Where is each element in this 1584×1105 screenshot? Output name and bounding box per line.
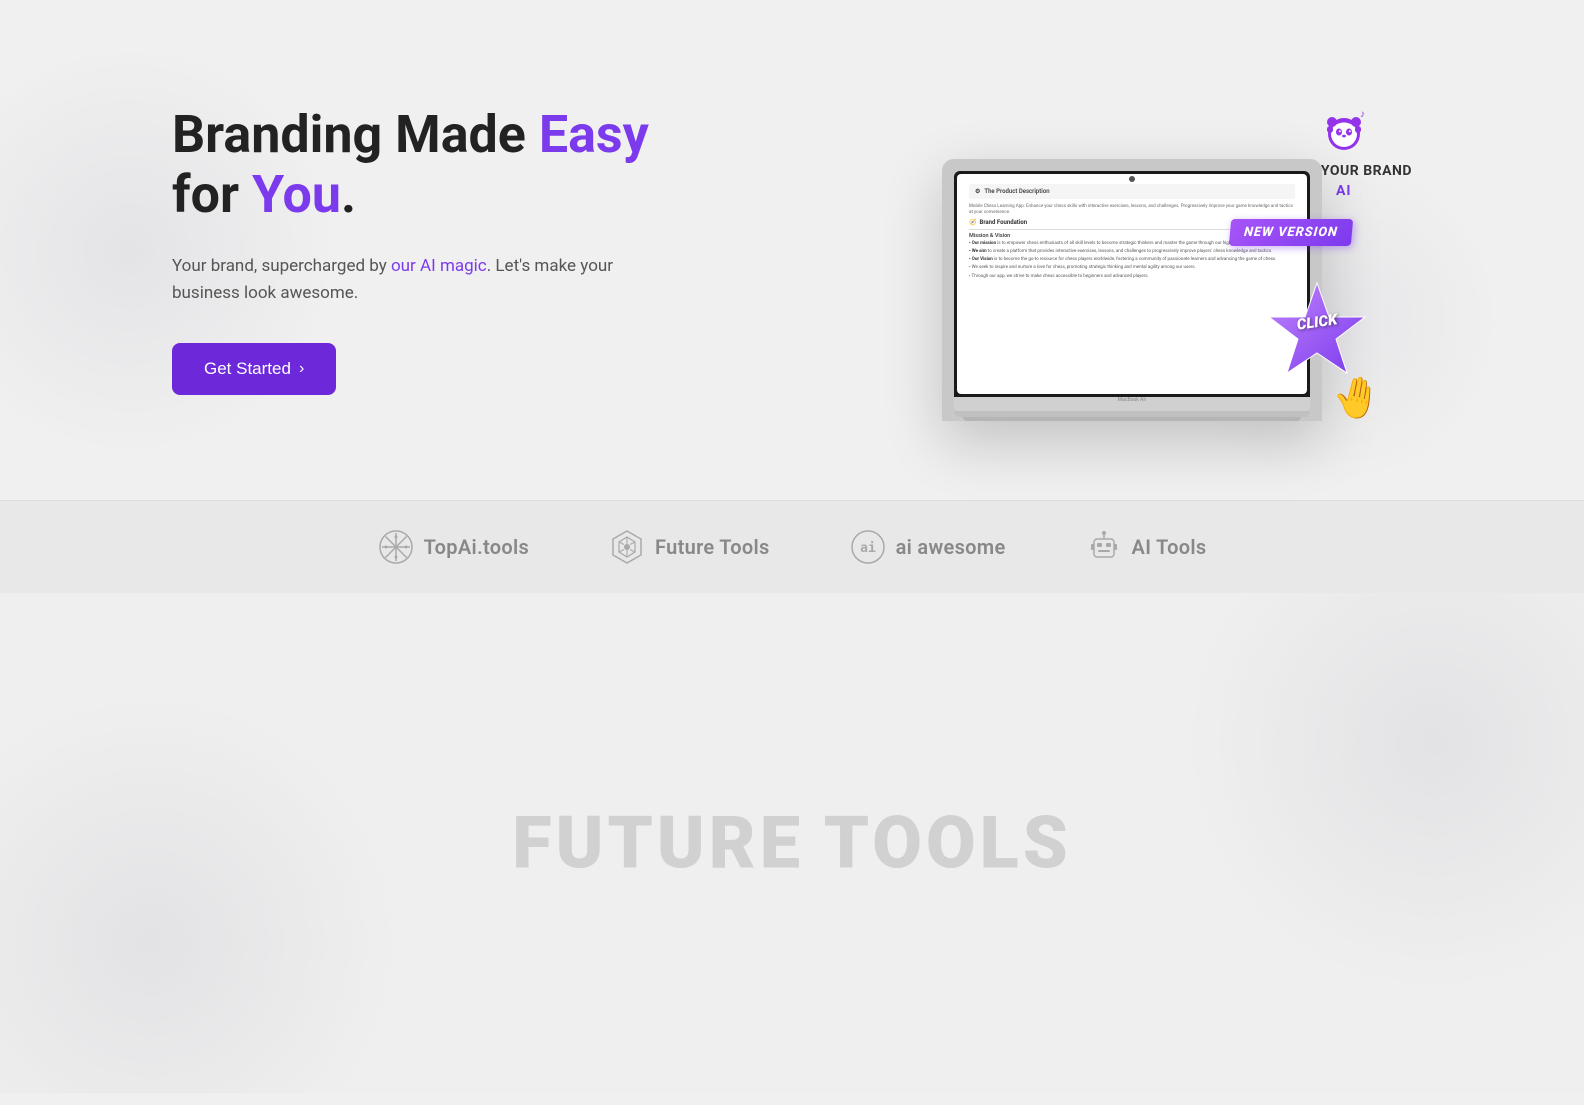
laptop-bezel: ⚙ The Product Description Mobile Chess L… xyxy=(954,171,1310,397)
doc-title-icon: ⚙ xyxy=(975,188,980,195)
panda-logo-icon: ♪ xyxy=(1314,102,1374,157)
aiawesome-name: ai awesome xyxy=(896,535,1006,559)
laptop-base: MacBook Air xyxy=(954,397,1310,411)
doc-closing-bullet: • Through our app, we strive to make che… xyxy=(969,274,1295,281)
click-badge[interactable]: CLICK 🤚 xyxy=(1262,281,1372,391)
aitools-icon xyxy=(1086,529,1122,565)
get-started-button[interactable]: Get Started › xyxy=(172,343,336,395)
lower-bg-circle-right xyxy=(1184,593,1584,993)
brand-icon: 🧭 xyxy=(969,219,976,226)
hero-left-content: Branding Made Easy for You. Your brand, … xyxy=(172,105,652,395)
partners-strip: TopAi.tools Future Tools ai xyxy=(0,500,1584,593)
get-started-label: Get Started xyxy=(204,359,291,379)
laptop-foot xyxy=(963,417,1301,421)
partner-aiawesome[interactable]: ai ai awesome xyxy=(850,529,1006,565)
arrow-icon: › xyxy=(299,360,304,378)
laptop-camera xyxy=(1129,176,1135,182)
hero-headline: Branding Made Easy for You. xyxy=(172,105,652,225)
new-version-badge: NEW VERSION xyxy=(1229,219,1353,246)
lower-bg-circle-left xyxy=(0,693,400,1093)
hero-section: Branding Made Easy for You. Your brand, … xyxy=(0,0,1584,500)
lower-section: FUtUre Tools xyxy=(0,593,1584,1093)
hero-subtext: Your brand, supercharged by our AI magic… xyxy=(172,253,652,307)
hero-right-content: ♪ BUILD YOUR BRAND AI NEW VERSION xyxy=(852,79,1412,421)
headline-you: You xyxy=(252,164,341,225)
partner-aitools[interactable]: AI Tools xyxy=(1086,529,1207,565)
brand-logo-icon: ♪ xyxy=(1309,99,1379,159)
brand-name-line2: AI xyxy=(1336,183,1352,199)
cursor-hand-icon: 🤚 xyxy=(1328,370,1385,425)
doc-aim2-bullet: • We seek to inspire and nurture a love … xyxy=(969,265,1295,272)
futuretools-name: Future Tools xyxy=(655,535,770,559)
headline-part2: for xyxy=(172,164,252,225)
headline-end: . xyxy=(341,164,356,225)
laptop-mockup: NEW VERSION ⚙ The Product Description Mo… xyxy=(942,159,1322,421)
future-tools-watermark: FUtUre Tools xyxy=(512,801,1072,886)
laptop-screen: ⚙ The Product Description Mobile Chess L… xyxy=(957,174,1307,394)
headline-part1: Branding Made xyxy=(172,104,539,165)
futuretools-icon xyxy=(609,529,645,565)
doc-vision-bullet: • Our Vision is to become the go-to reso… xyxy=(969,257,1295,264)
topai-icon xyxy=(378,529,414,565)
subtext-part1: Your brand, supercharged by xyxy=(172,256,391,276)
aiawesome-icon: ai xyxy=(850,529,886,565)
aitools-name: AI Tools xyxy=(1132,535,1207,559)
svg-text:ai: ai xyxy=(860,541,876,556)
ai-magic-link[interactable]: our AI magic xyxy=(391,256,487,276)
macbook-label: MacBook Air xyxy=(1118,397,1146,403)
doc-title-text: The Product Description xyxy=(984,188,1049,195)
doc-aim-bullet: • We aim to create a platform that provi… xyxy=(969,249,1295,256)
partner-topai[interactable]: TopAi.tools xyxy=(378,529,529,565)
doc-title-row: ⚙ The Product Description xyxy=(969,184,1295,199)
headline-easy: Easy xyxy=(539,104,649,165)
future-tools-text: FUtUre Tools xyxy=(512,801,1072,886)
doc-description-text: Mobile Chess Learning App: Enhance your … xyxy=(969,204,1295,217)
svg-text:♪: ♪ xyxy=(1360,109,1365,120)
topai-name: TopAi.tools xyxy=(424,535,529,559)
partner-futuretools[interactable]: Future Tools xyxy=(609,529,770,565)
